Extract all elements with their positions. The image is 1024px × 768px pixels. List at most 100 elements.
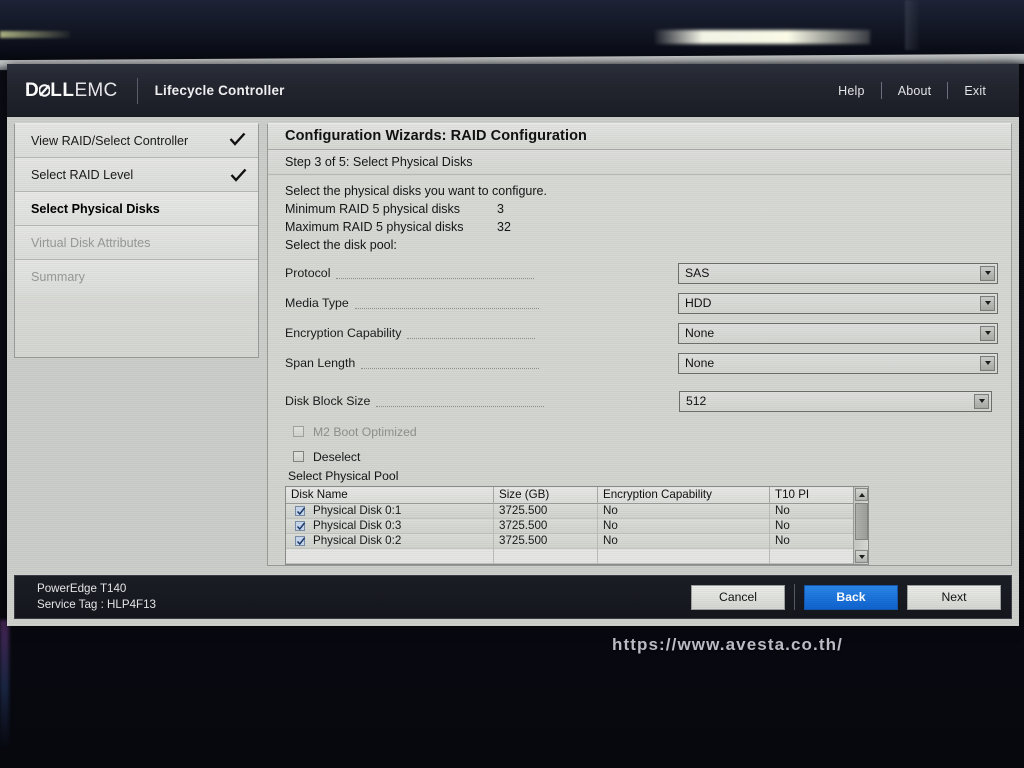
cell-t10pi: No	[775, 518, 790, 532]
disk-pool-prompt: Select the disk pool:	[285, 238, 397, 252]
sidebar-item-summary[interactable]: Summary	[15, 260, 258, 294]
check-icon	[229, 132, 246, 149]
light-reflection-glare	[655, 30, 870, 44]
body-area: View RAID/Select Controller Select RAID …	[7, 117, 1019, 573]
m2-boot-optimized-label: M2 Boot Optimized	[313, 424, 417, 439]
dot-leader	[407, 328, 536, 339]
cell-disk-name: Physical Disk 0:2	[286, 533, 494, 549]
scrollbar-thumb[interactable]	[855, 503, 868, 540]
bezel-right-reflection	[905, 0, 919, 50]
cell-empty	[770, 549, 855, 564]
app-header: D LL EMC Lifecycle Controller Help About …	[7, 64, 1019, 117]
header-links: Help About Exit	[822, 82, 1002, 99]
chevron-down-icon[interactable]	[980, 295, 995, 311]
scroll-down-button[interactable]	[855, 550, 868, 563]
chevron-down-icon[interactable]	[980, 265, 995, 281]
row-checkbox[interactable]	[295, 521, 306, 531]
cell-t10pi: No	[775, 503, 790, 517]
sidebar-item-view-raid-select-controller[interactable]: View RAID/Select Controller	[15, 124, 258, 158]
column-header-disk-name[interactable]: Disk Name	[286, 486, 494, 504]
deselect-checkbox[interactable]	[293, 451, 304, 462]
media-type-label: Media Type	[285, 296, 349, 310]
sidebar-item-label: Select RAID Level	[31, 167, 134, 182]
dell-emc-logo: D LL EMC	[25, 80, 118, 102]
button-separator	[794, 584, 795, 610]
cell-encryption: No	[598, 533, 770, 549]
page-title: Configuration Wizards: RAID Configuratio…	[268, 124, 1011, 150]
light-reflection-secondary	[0, 31, 70, 38]
exit-link[interactable]: Exit	[948, 84, 1002, 98]
disk-block-size-select[interactable]: 512	[679, 390, 992, 412]
m2-boot-optimized-row[interactable]: M2 Boot Optimized	[293, 421, 998, 442]
form-row-media-type: Media Type HDD	[285, 289, 998, 317]
edge-color-glow	[0, 620, 9, 750]
maximum-disks-row: Maximum RAID 5 physical disks 32	[285, 218, 998, 236]
protocol-label: Protocol	[285, 266, 331, 280]
column-header-encryption-capability[interactable]: Encryption Capability	[598, 486, 770, 504]
monitor-bezel-top	[0, 0, 1024, 60]
sidebar-item-label: Select Physical Disks	[31, 201, 160, 216]
protocol-value: SAS	[685, 266, 710, 280]
sidebar-item-select-physical-disks[interactable]: Select Physical Disks	[15, 192, 258, 226]
span-length-select[interactable]: None	[678, 352, 998, 374]
m2-boot-optimized-checkbox[interactable]	[293, 426, 304, 437]
back-button[interactable]: Back	[804, 584, 898, 610]
chevron-down-icon[interactable]	[980, 355, 995, 371]
wizard-steps-sidebar: View RAID/Select Controller Select RAID …	[14, 123, 259, 358]
sidebar-item-select-raid-level[interactable]: Select RAID Level	[15, 158, 258, 192]
table-scrollbar[interactable]	[853, 487, 868, 564]
cell-size: 3725.500	[494, 503, 598, 519]
dot-leader	[376, 396, 545, 407]
footer-bar: PowerEdge T140 Service Tag : HLP4F13 Can…	[14, 575, 1012, 619]
instruction-text: Select the physical disks you want to co…	[285, 184, 547, 198]
help-link[interactable]: Help	[822, 84, 881, 98]
column-header-size[interactable]: Size (GB)	[494, 486, 598, 504]
cell-empty	[598, 548, 770, 564]
table-row[interactable]: Physical Disk 0:1 3725.500 No No	[286, 503, 868, 519]
main-panel: Configuration Wizards: RAID Configuratio…	[267, 123, 1012, 566]
cancel-button[interactable]: Cancel	[691, 584, 785, 610]
table-row[interactable]: Physical Disk 0:3 3725.500 No No	[286, 518, 868, 534]
lifecycle-controller-screen: D LL EMC Lifecycle Controller Help About …	[7, 64, 1019, 626]
deselect-row[interactable]: Deselect	[293, 446, 998, 467]
cell-disk-name: Physical Disk 0:3	[286, 518, 494, 534]
footer-buttons: Cancel Back Next	[682, 584, 1001, 610]
dell-slash-icon	[39, 83, 51, 97]
step-indicator: Step 3 of 5: Select Physical Disks	[268, 149, 1011, 175]
form-row-disk-block-size: Disk Block Size 512	[285, 387, 998, 415]
cell-empty	[494, 548, 598, 564]
next-button[interactable]: Next	[907, 584, 1001, 610]
app-title: Lifecycle Controller	[154, 83, 285, 98]
scroll-up-button[interactable]	[855, 488, 868, 501]
system-info: PowerEdge T140 Service Tag : HLP4F13	[37, 581, 156, 613]
logo-emc-text: EMC	[74, 79, 118, 101]
form-row-span-length: Span Length None	[285, 349, 998, 377]
select-physical-pool-label: Select Physical Pool	[288, 469, 399, 483]
table-header-row: Disk Name Size (GB) Encryption Capabilit…	[286, 486, 868, 504]
sidebar-item-label: Virtual Disk Attributes	[31, 235, 151, 250]
about-link[interactable]: About	[882, 84, 948, 98]
encryption-capability-select[interactable]: None	[678, 322, 998, 344]
table-row[interactable]: Physical Disk 0:2 3725.500 No No	[286, 533, 868, 549]
deselect-label: Deselect	[313, 449, 361, 464]
sidebar-item-label: View RAID/Select Controller	[31, 133, 189, 148]
table-row-empty	[286, 548, 868, 564]
sidebar-item-virtual-disk-attributes[interactable]: Virtual Disk Attributes	[15, 226, 258, 260]
protocol-select[interactable]: SAS	[678, 262, 998, 284]
row-checkbox[interactable]	[295, 506, 306, 516]
dot-leader	[354, 298, 539, 309]
chevron-down-icon[interactable]	[974, 393, 989, 409]
media-type-select[interactable]: HDD	[678, 292, 998, 314]
chevron-down-icon[interactable]	[980, 325, 995, 341]
disk-name-text: Physical Disk 0:1	[313, 504, 402, 517]
physical-disks-table: Disk Name Size (GB) Encryption Capabilit…	[285, 486, 869, 565]
header-divider	[136, 77, 138, 104]
disk-block-size-label: Disk Block Size	[285, 394, 371, 408]
form-row-encryption-capability: Encryption Capability None	[285, 319, 998, 347]
column-header-t10-pi[interactable]: T10 PI	[770, 487, 855, 504]
form-row-protocol: Protocol SAS	[285, 259, 998, 287]
minimum-disks-value: 3	[497, 202, 504, 216]
cell-encryption: No	[598, 518, 770, 534]
check-icon	[230, 168, 247, 182]
row-checkbox[interactable]	[295, 536, 306, 546]
